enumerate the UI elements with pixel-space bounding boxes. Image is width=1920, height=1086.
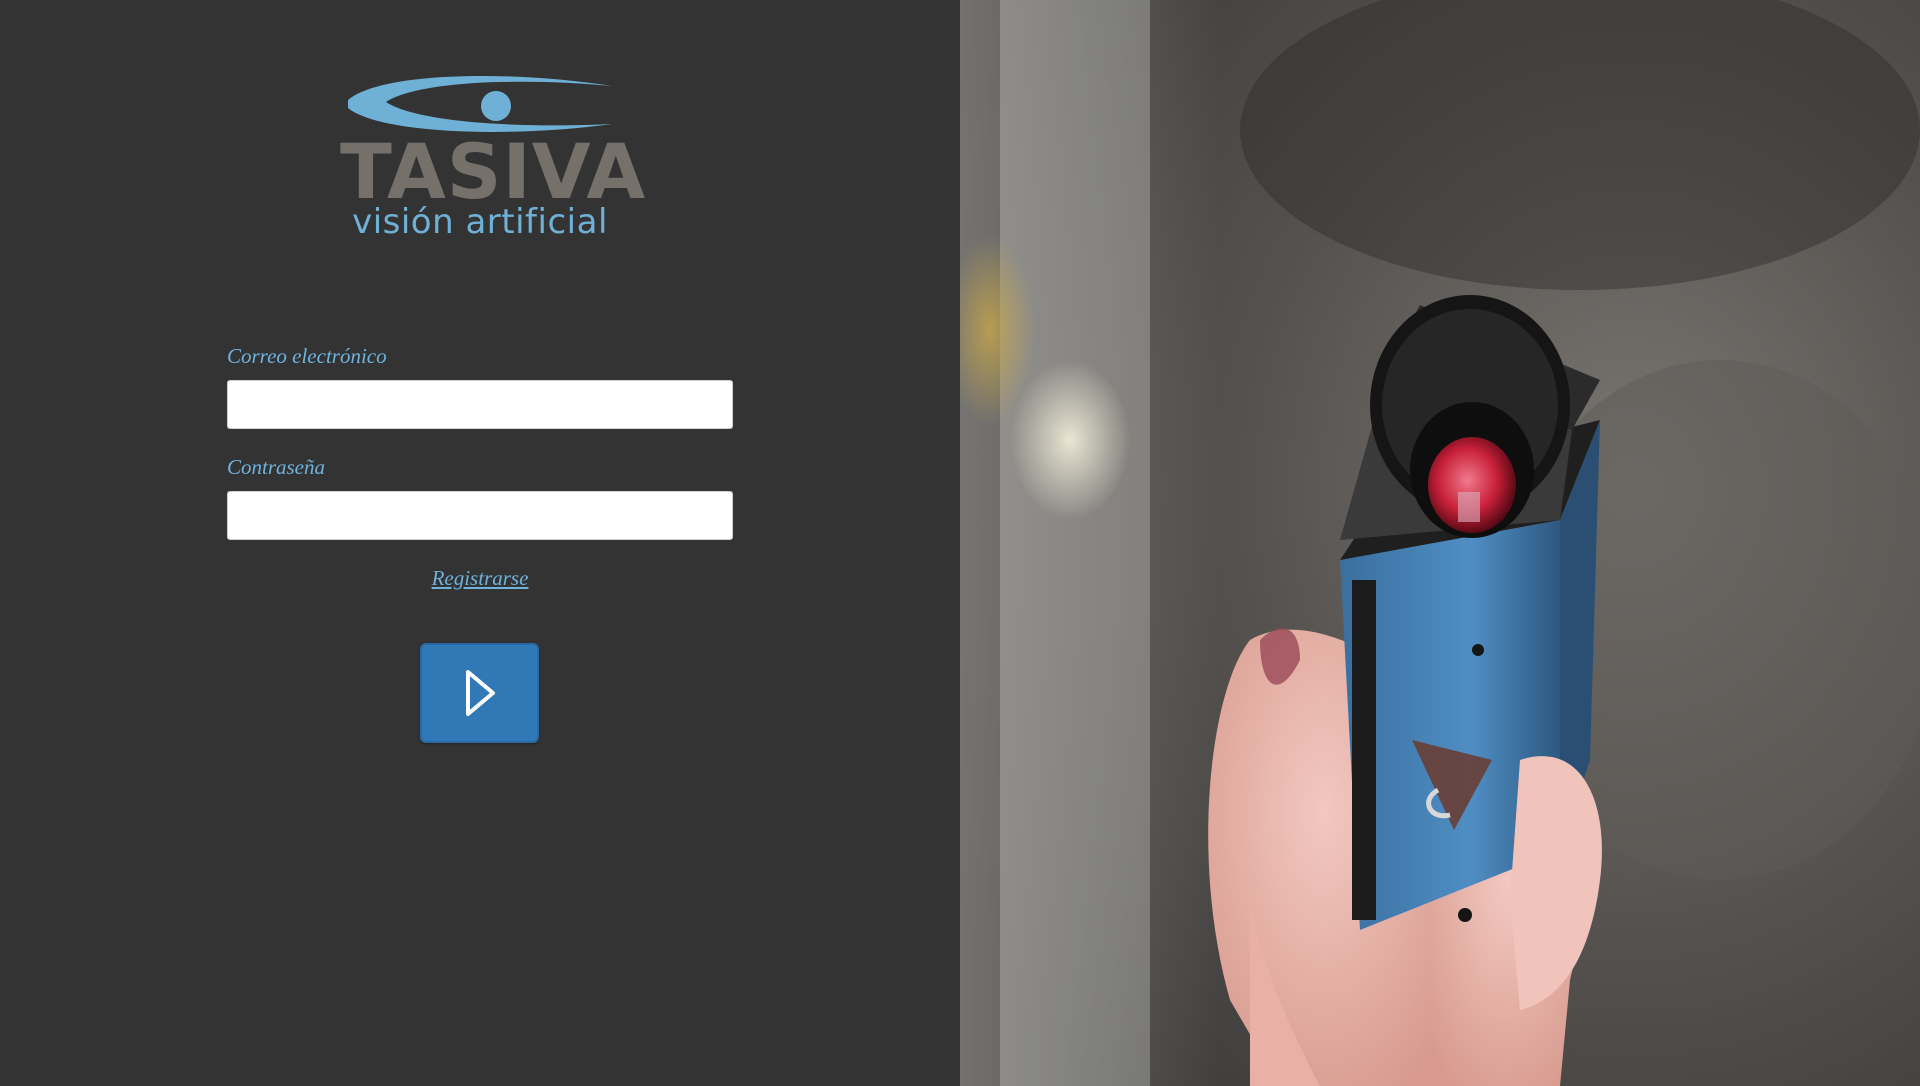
login-page: TASIVA visión artificial Correo electrón… <box>0 0 1920 1086</box>
brand-name: TASIVA <box>340 127 647 216</box>
camera-hand-photo <box>960 0 1920 1086</box>
login-submit-button[interactable] <box>420 643 539 743</box>
hero-photo <box>960 0 1920 1086</box>
register-link[interactable]: Registrarse <box>227 566 733 591</box>
login-panel: TASIVA visión artificial Correo electrón… <box>0 0 960 1086</box>
password-field[interactable] <box>227 491 733 540</box>
password-label: Contraseña <box>227 455 326 479</box>
tasiva-logo: TASIVA visión artificial <box>340 72 647 242</box>
brand-tagline: visión artificial <box>352 202 608 242</box>
email-field[interactable] <box>227 380 733 429</box>
email-label: Correo electrónico <box>227 344 387 368</box>
play-arrow-icon <box>465 670 495 716</box>
